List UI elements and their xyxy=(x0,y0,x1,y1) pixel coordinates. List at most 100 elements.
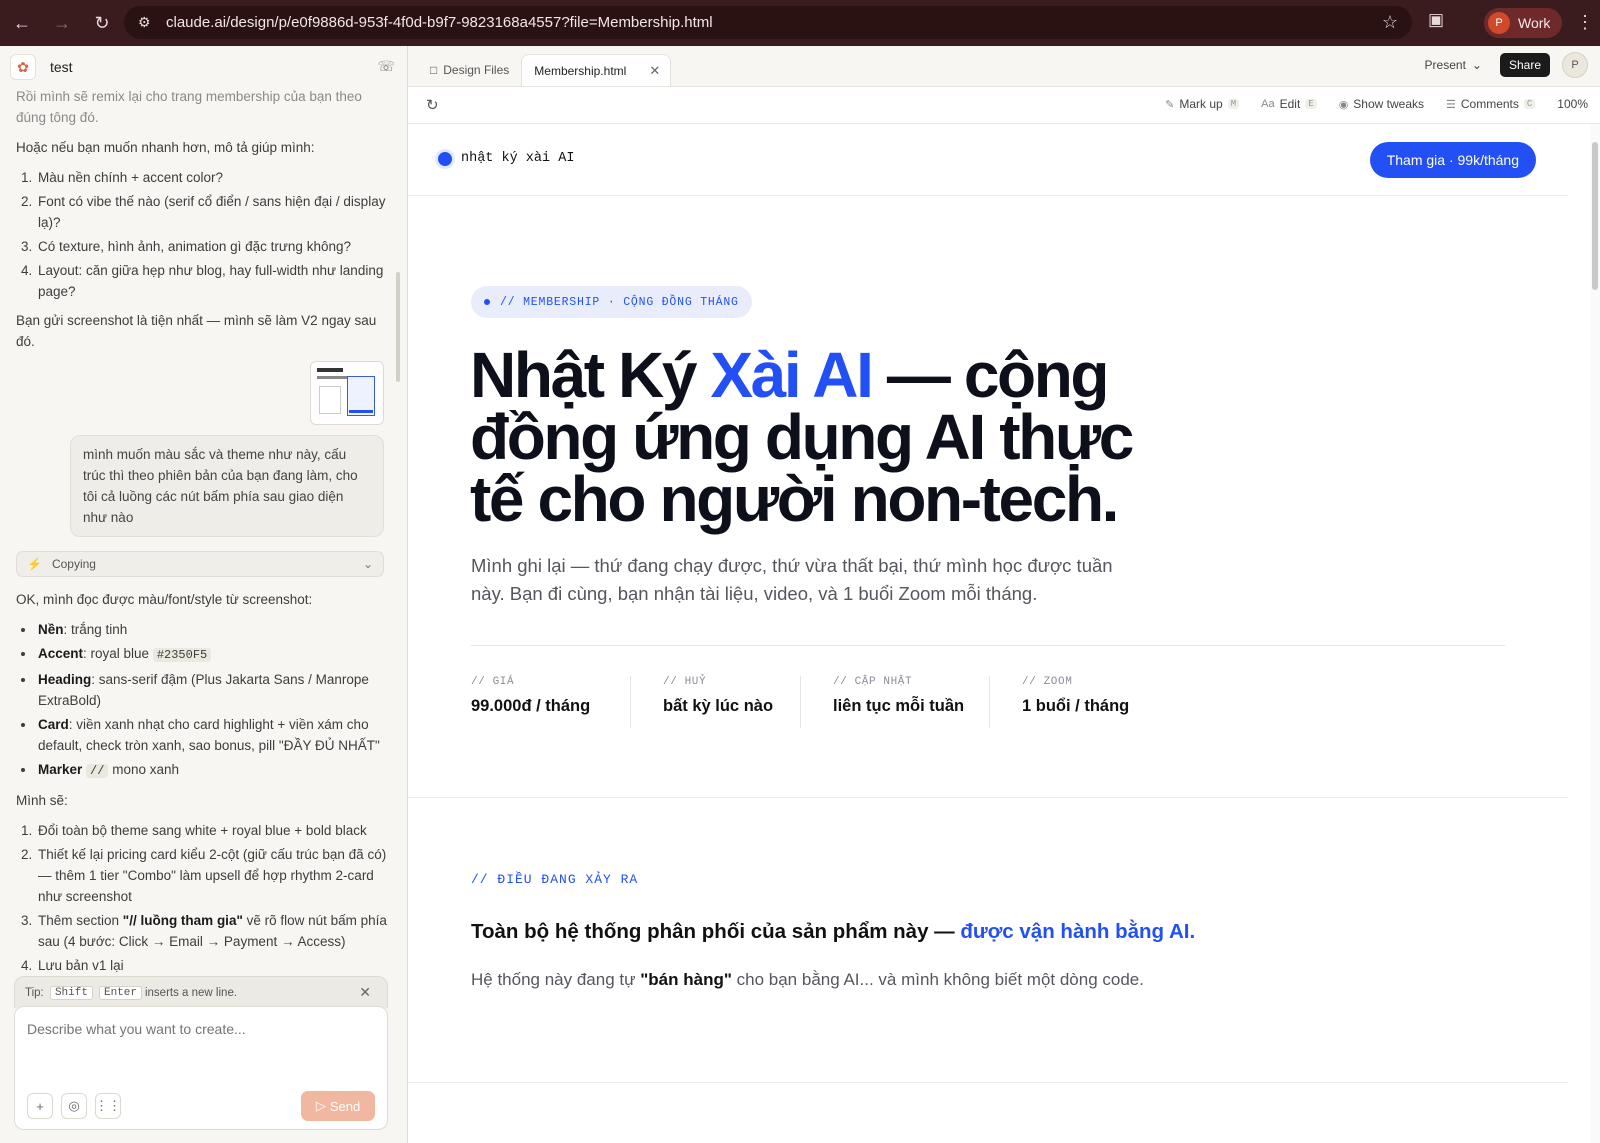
list-item: Thiết kế lại pricing card kiểu 2-cột (gi… xyxy=(36,844,392,907)
divider xyxy=(471,645,1505,646)
browser-menu-icon[interactable]: ⋮ xyxy=(1576,12,1594,33)
site-nav: nhật ký xài AI Tham gia · 99k/tháng xyxy=(408,124,1568,196)
tool-label: Copying xyxy=(51,556,96,571)
preview-toolbar: ↻ ✎ Mark up M Aa Edit E ◉ Show tweaks ☰ xyxy=(408,86,1600,124)
zoom-level[interactable]: 100% xyxy=(1557,97,1588,111)
cast-icon[interactable]: ▣ xyxy=(1428,10,1444,30)
composer: + ◎ ⋮⋮ ▷Send xyxy=(14,1006,388,1130)
palette-icon[interactable]: ✿ xyxy=(10,54,36,80)
edit-button[interactable]: Aa Edit E xyxy=(1261,97,1317,111)
stat-updates: // CẬP NHẬT liên tục mỗi tuần xyxy=(833,676,965,715)
canvas-area: □ Design Files Membership.html ✕ Present… xyxy=(408,46,1600,1143)
section-divider xyxy=(408,797,1568,798)
address-bar[interactable]: ⚙ claude.ai/design/p/e0f9886d-953f-4f0d-… xyxy=(124,6,1412,39)
stat-price: // GIÁ 99.000đ / tháng xyxy=(471,676,591,715)
user-message: mình muốn màu sắc và theme như này, cấu … xyxy=(70,435,384,537)
project-title[interactable]: test xyxy=(50,59,73,75)
plan-list: Đổi toàn bộ theme sang white + royal blu… xyxy=(36,820,392,976)
list-item: Lưu bản v1 lại xyxy=(36,955,392,976)
header-actions: Present ⌄ Share P xyxy=(1425,52,1588,78)
folder-icon: □ xyxy=(430,63,438,77)
attachment xyxy=(16,361,384,425)
divider xyxy=(989,676,990,728)
hero-heading: Nhật Ký Xài AI — cộng đồng ứng dụng AI t… xyxy=(470,339,1134,535)
divider xyxy=(800,676,801,728)
section-text: Hệ thống này đang tự "bán hàng" cho bạn … xyxy=(471,970,1144,989)
message-text: OK, mình đọc được màu/font/style từ scre… xyxy=(16,592,313,607)
screenshot-thumbnail[interactable] xyxy=(310,361,384,425)
markup-button[interactable]: ✎ Mark up M xyxy=(1165,97,1240,111)
list-item: Thêm section "// luồng tham gia" vẽ rõ f… xyxy=(36,910,392,952)
list-item: Nền: trắng tinh xyxy=(36,619,392,640)
chevron-down-icon: ⌄ xyxy=(362,556,373,571)
forward-icon[interactable]: → xyxy=(44,5,80,41)
bookmark-star-icon[interactable]: ☆ xyxy=(1382,12,1398,33)
brand-name[interactable]: nhật ký xài AI xyxy=(461,151,574,166)
settings-icon[interactable]: ◎ xyxy=(61,1093,87,1119)
list-item: Layout: căn giữa hẹp như blog, hay full-… xyxy=(36,260,392,302)
refresh-icon[interactable]: ↻ xyxy=(426,96,439,114)
present-button[interactable]: Present ⌄ xyxy=(1425,58,1482,72)
profile-name: Work xyxy=(1518,15,1551,31)
voice-icon[interactable]: ⋮⋮ xyxy=(95,1093,121,1119)
show-tweaks-button[interactable]: ◉ Show tweaks xyxy=(1339,97,1424,111)
reload-icon[interactable]: ↻ xyxy=(84,5,120,41)
send-icon: ▷ xyxy=(315,1098,326,1113)
text-icon: Aa xyxy=(1261,98,1275,110)
back-icon[interactable]: ← xyxy=(4,5,40,41)
chat-scrollbar[interactable] xyxy=(396,272,400,382)
tab-membership[interactable]: Membership.html ✕ xyxy=(521,54,672,86)
list-item: Accent: royal blue #2350F5 xyxy=(36,643,392,666)
bolt-icon: ⚡ xyxy=(27,556,42,571)
kbd-enter: Enter xyxy=(98,985,142,1000)
list-item: Có texture, hình ảnh, animation gì đặc t… xyxy=(36,236,392,257)
prompt-input[interactable] xyxy=(27,1021,367,1037)
section-label: // ĐIỀU ĐANG XẢY RA xyxy=(471,872,639,887)
browser-toolbar: ← → ↻ ⚙ claude.ai/design/p/e0f9886d-953f… xyxy=(0,0,1600,46)
plus-icon[interactable]: + xyxy=(27,1093,53,1119)
profile-avatar: P xyxy=(1488,12,1510,34)
list-item: Heading: sans-serif đậm (Plus Jakarta Sa… xyxy=(36,669,392,711)
stat-cancel: // HUỶ bất kỳ lúc nào xyxy=(663,676,774,715)
share-button[interactable]: Share xyxy=(1499,53,1550,77)
message-text: Hoặc nếu bạn muốn nhanh hơn, mô tả giúp … xyxy=(16,140,315,155)
close-icon[interactable]: ✕ xyxy=(649,63,660,79)
profile-button[interactable]: P Work xyxy=(1484,8,1563,38)
app: ✿ test ☏ Rồi mình sẽ remix lại cho trang… xyxy=(0,46,1600,1143)
pen-icon: ✎ xyxy=(1165,98,1175,111)
chevron-down-icon: ⌄ xyxy=(1471,58,1482,72)
tool-call-pill[interactable]: ⚡ Copying ⌄ xyxy=(16,551,384,577)
site-settings-icon[interactable]: ⚙ xyxy=(138,14,158,31)
eyebrow-pill: // MEMBERSHIP · CỘNG ĐỒNG THÁNG xyxy=(471,286,752,318)
chat-header: ✿ test ☏ xyxy=(2,46,407,88)
list-item: Màu nền chính + accent color? xyxy=(36,167,392,188)
send-button[interactable]: ▷ Send xyxy=(301,1091,375,1121)
comments-button[interactable]: ☰ Comments C xyxy=(1446,97,1536,111)
tool-group: ✎ Mark up M Aa Edit E ◉ Show tweaks ☰ Co… xyxy=(1165,97,1588,111)
inline-code: // xyxy=(86,764,109,778)
divider xyxy=(630,676,631,728)
stat-zoom: // ZOOM 1 buổi / tháng xyxy=(1022,676,1130,715)
section-divider xyxy=(408,1082,1568,1083)
message-text: Rồi mình sẽ remix lại cho trang membersh… xyxy=(16,90,362,125)
page-preview: nhật ký xài AI Tham gia · 99k/tháng // M… xyxy=(408,124,1600,1143)
chat-messages: Rồi mình sẽ remix lại cho trang membersh… xyxy=(2,90,406,1030)
file-tabs: □ Design Files Membership.html ✕ Present… xyxy=(408,46,1600,86)
list-item: Marker // mono xanh xyxy=(36,759,392,782)
comment-icon: ☰ xyxy=(1446,98,1456,111)
inline-code: #2350F5 xyxy=(152,648,212,662)
brand-dot-icon xyxy=(438,152,452,166)
new-chat-icon[interactable]: ☏ xyxy=(377,58,395,75)
message-text: Bạn gửi screenshot là tiện nhất — mình s… xyxy=(16,313,377,349)
close-icon[interactable]: ✕ xyxy=(359,984,371,1001)
tab-design-files[interactable]: □ Design Files xyxy=(418,54,521,86)
section-heading: Toàn bộ hệ thống phân phối của sản phẩm … xyxy=(471,920,1196,943)
list-item: Font có vibe thế nào (serif cổ điển / sa… xyxy=(36,191,392,233)
style-list: Nền: trắng tinh Accent: royal blue #2350… xyxy=(36,619,392,782)
preview-scrollbar[interactable] xyxy=(1592,142,1598,290)
avatar[interactable]: P xyxy=(1562,52,1588,78)
chat-panel: ✿ test ☏ Rồi mình sẽ remix lại cho trang… xyxy=(2,46,408,1143)
join-button[interactable]: Tham gia · 99k/tháng xyxy=(1369,142,1536,178)
pill-dot-icon xyxy=(484,299,490,305)
message-text: Mình sẽ: xyxy=(16,793,68,808)
